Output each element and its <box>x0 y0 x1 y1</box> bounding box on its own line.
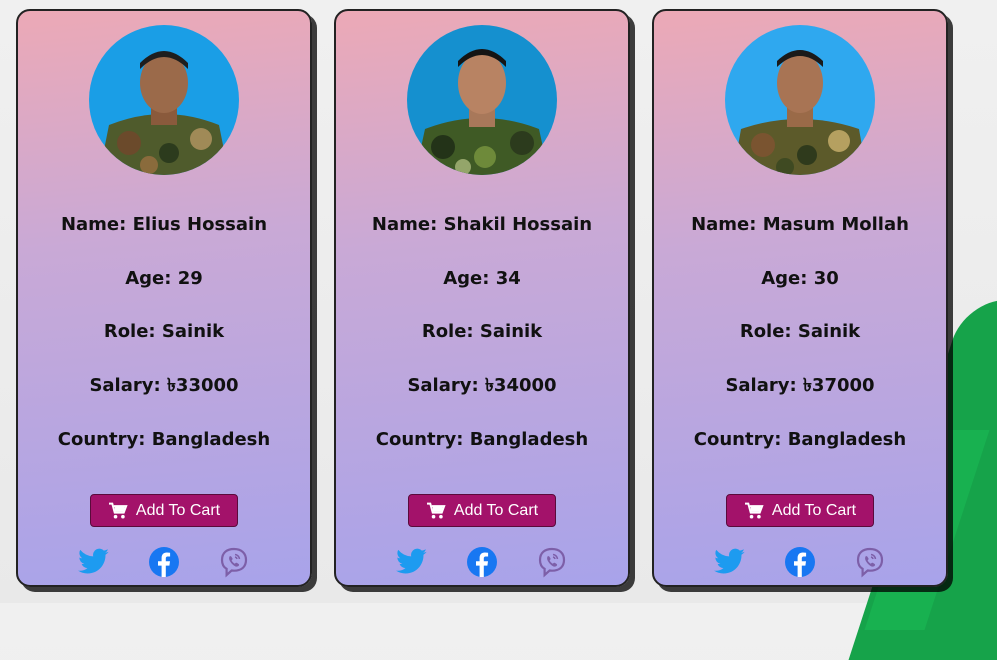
profile-card: Name: Masum Mollah Age: 30 Role: Sainik … <box>652 9 948 587</box>
avatar <box>407 25 557 175</box>
info-block: Name: Shakil Hossain Age: 34 Role: Saini… <box>336 215 628 483</box>
social-links <box>711 544 889 580</box>
name-value: Elius Hossain <box>132 214 268 235</box>
avatar <box>89 25 239 175</box>
salary-line: Salary: ৳37000 <box>725 375 875 397</box>
add-to-cart-label: Add To Cart <box>453 501 539 519</box>
name-line: Name: Shakil Hossain <box>371 214 593 235</box>
role-line: Role: Sainik <box>421 321 543 343</box>
name-value: Masum Mollah <box>762 214 909 235</box>
cart-icon <box>744 502 764 519</box>
name-value: Shakil Hossain <box>443 214 593 235</box>
info-block: Name: Elius Hossain Age: 29 Role: Sainik… <box>18 215 310 483</box>
country-line: Country: Bangladesh <box>57 428 271 450</box>
salary-line: Salary: ৳34000 <box>407 375 557 397</box>
twitter-icon[interactable] <box>393 544 431 580</box>
country-line: Country: Bangladesh <box>693 428 907 450</box>
add-to-cart-button[interactable]: Add To Cart <box>90 494 238 528</box>
avatar <box>725 25 875 175</box>
country-line: Country: Bangladesh <box>375 428 589 450</box>
salary-line: Salary: ৳33000 <box>89 375 239 397</box>
age-value: 34 <box>495 267 521 289</box>
soldier-photo <box>407 25 557 175</box>
age-line: Age: 29 <box>125 267 203 289</box>
info-block: Name: Masum Mollah Age: 30 Role: Sainik … <box>654 215 946 483</box>
name-line: Name: Masum Mollah <box>691 214 909 235</box>
viber-icon[interactable] <box>851 544 889 580</box>
cart-icon <box>108 502 128 519</box>
age-value: 30 <box>813 267 839 289</box>
role-value: Sainik <box>797 321 861 343</box>
role-line: Role: Sainik <box>103 321 225 343</box>
add-to-cart-label: Add To Cart <box>771 501 857 519</box>
salary-value: ৳34000 <box>484 375 557 397</box>
twitter-icon[interactable] <box>75 544 113 580</box>
profile-card: Name: Elius Hossain Age: 29 Role: Sainik… <box>16 9 312 587</box>
country-value: Bangladesh <box>151 428 271 450</box>
add-to-cart-button[interactable]: Add To Cart <box>408 494 556 528</box>
profile-card: Name: Shakil Hossain Age: 34 Role: Saini… <box>334 9 630 587</box>
viber-icon[interactable] <box>533 544 571 580</box>
add-to-cart-button[interactable]: Add To Cart <box>726 494 874 528</box>
role-value: Sainik <box>479 321 543 343</box>
facebook-icon[interactable] <box>463 544 501 580</box>
age-line: Age: 30 <box>761 267 839 289</box>
salary-value: ৳37000 <box>802 375 875 397</box>
twitter-icon[interactable] <box>711 544 749 580</box>
soldier-photo <box>89 25 239 175</box>
viber-icon[interactable] <box>215 544 253 580</box>
name-line: Name: Elius Hossain <box>60 214 268 235</box>
role-line: Role: Sainik <box>739 321 861 343</box>
card-grid: Name: Elius Hossain Age: 29 Role: Sainik… <box>16 9 948 587</box>
cart-icon <box>426 502 446 519</box>
facebook-icon[interactable] <box>781 544 819 580</box>
role-value: Sainik <box>161 321 225 343</box>
age-value: 29 <box>177 267 203 289</box>
facebook-icon[interactable] <box>145 544 183 580</box>
country-value: Bangladesh <box>787 428 907 450</box>
salary-value: ৳33000 <box>166 375 239 397</box>
country-value: Bangladesh <box>469 428 589 450</box>
social-links <box>75 544 253 580</box>
social-links <box>393 544 571 580</box>
soldier-photo <box>725 25 875 175</box>
add-to-cart-label: Add To Cart <box>135 501 221 519</box>
age-line: Age: 34 <box>443 267 521 289</box>
